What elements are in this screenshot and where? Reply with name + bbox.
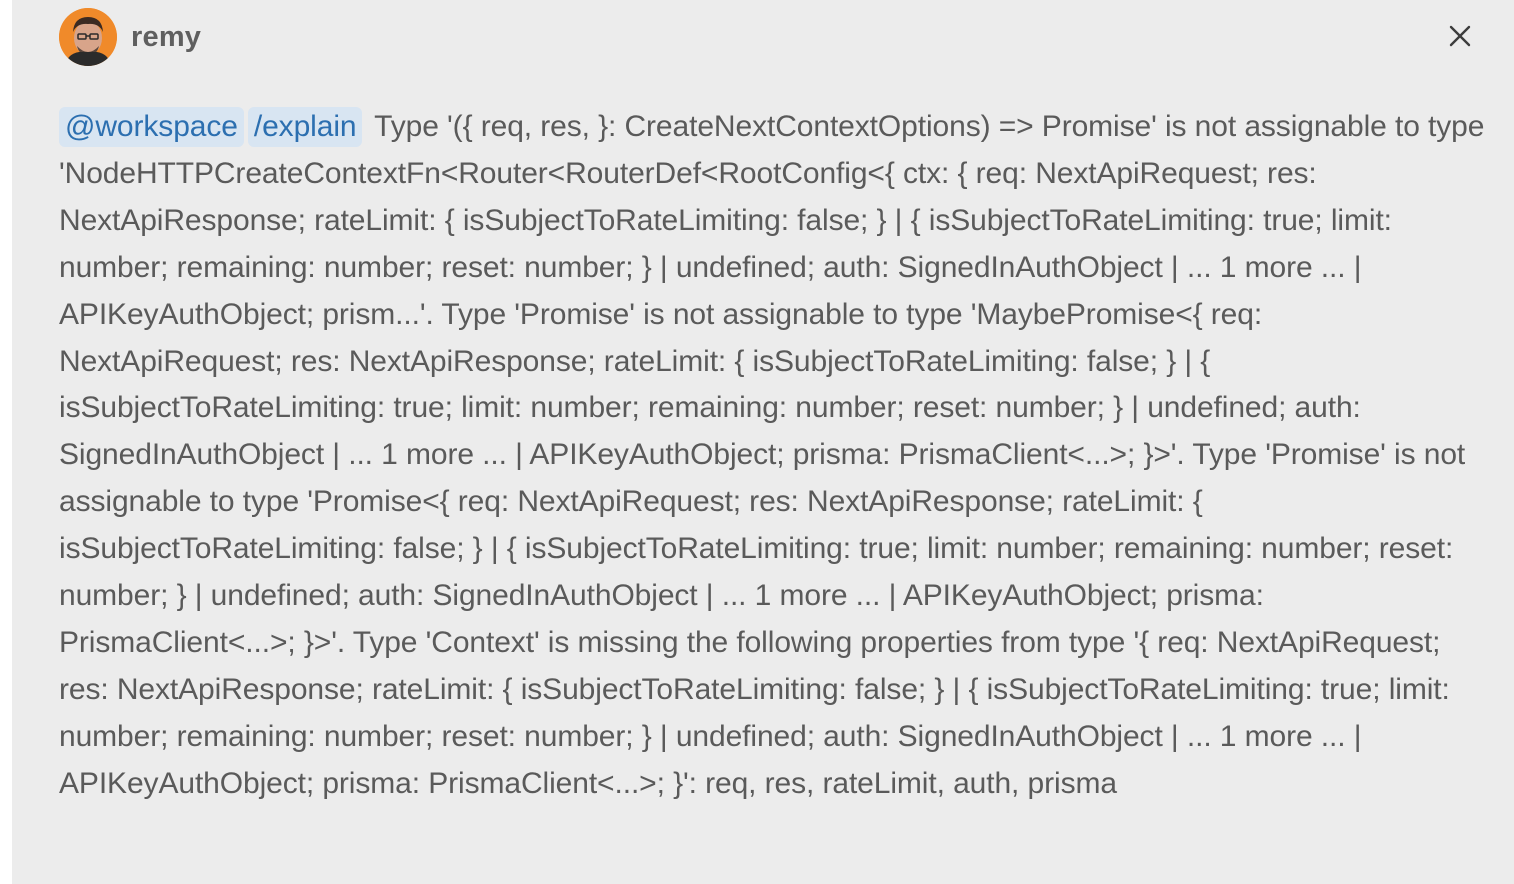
username: remy	[131, 20, 202, 53]
explain-command-chip[interactable]: /explain	[247, 107, 363, 147]
message-text: Type '({ req, res, }: CreateNextContextO…	[59, 110, 1485, 800]
avatar-icon	[59, 8, 117, 66]
close-button[interactable]	[1444, 20, 1476, 52]
close-icon	[1449, 25, 1471, 47]
chat-request-panel: remy @workspace/explain Type '({ req, re…	[12, 0, 1514, 884]
workspace-mention-chip[interactable]: @workspace	[59, 107, 244, 147]
message-header: remy	[59, 8, 201, 66]
message-body: @workspace/explain Type '({ req, res, }:…	[59, 104, 1491, 808]
